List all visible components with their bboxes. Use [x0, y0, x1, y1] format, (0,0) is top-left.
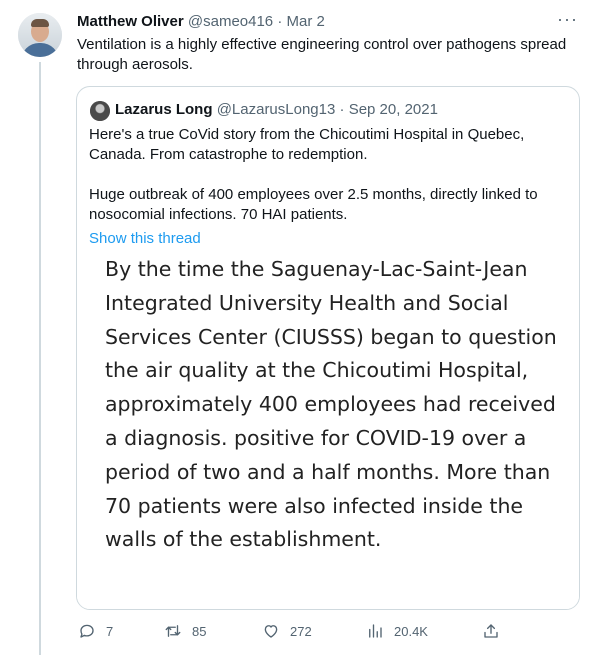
- like-count: 272: [290, 623, 312, 639]
- like-button[interactable]: 272: [262, 622, 312, 640]
- quoted-author-name: Lazarus Long: [115, 101, 213, 118]
- share-button[interactable]: [482, 622, 500, 640]
- author-handle[interactable]: @sameo416: [188, 13, 273, 30]
- retweet-icon: [165, 625, 181, 637]
- retweet-button[interactable]: 85: [164, 622, 206, 640]
- quoted-avatar[interactable]: [90, 101, 110, 121]
- share-icon: [484, 624, 498, 638]
- quoted-date: Sep 20, 2021: [348, 101, 438, 118]
- quoted-separator: ·: [339, 101, 345, 118]
- quoted-paragraph-2: Huge outbreak of 400 employees over 2.5 …: [89, 186, 538, 223]
- reply-button[interactable]: 7: [78, 622, 113, 640]
- quoted-text: Here's a true CoVid story from the Chico…: [89, 125, 567, 225]
- quoted-image-text: By the time the Saguenay-Lac-Saint-Jean …: [105, 257, 557, 552]
- views-count: 20.4K: [394, 623, 428, 639]
- views-icon: [369, 624, 382, 638]
- action-bar: 7 85 272 20.4K: [76, 620, 576, 648]
- avatar[interactable]: [18, 13, 62, 57]
- show-thread-link[interactable]: Show this thread: [89, 230, 201, 247]
- quoted-header: Lazarus Long @LazarusLong13 · Sep 20, 20…: [115, 100, 438, 120]
- retweet-count: 85: [192, 623, 207, 639]
- tweet-date[interactable]: Mar 2: [287, 13, 325, 30]
- views-button[interactable]: 20.4K: [366, 622, 428, 640]
- heart-icon: [264, 625, 278, 638]
- reply-icon: [80, 624, 94, 638]
- separator: ·: [277, 13, 283, 30]
- tweet-header: Matthew Oliver @sameo416 · Mar 2 ···: [77, 9, 578, 33]
- tweet-text: Ventilation is a highly effective engine…: [77, 36, 567, 73]
- quoted-paragraph-1: Here's a true CoVid story from the Chico…: [89, 126, 525, 163]
- thread-line: [39, 62, 41, 655]
- quoted-image[interactable]: By the time the Saguenay-Lac-Saint-Jean …: [77, 253, 579, 609]
- quoted-author-handle: @LazarusLong13: [216, 101, 336, 118]
- reply-count: 7: [106, 623, 114, 639]
- quoted-tweet[interactable]: Lazarus Long @LazarusLong13 · Sep 20, 20…: [76, 86, 580, 610]
- author-name[interactable]: Matthew Oliver: [77, 13, 184, 30]
- more-icon[interactable]: ···: [557, 9, 578, 30]
